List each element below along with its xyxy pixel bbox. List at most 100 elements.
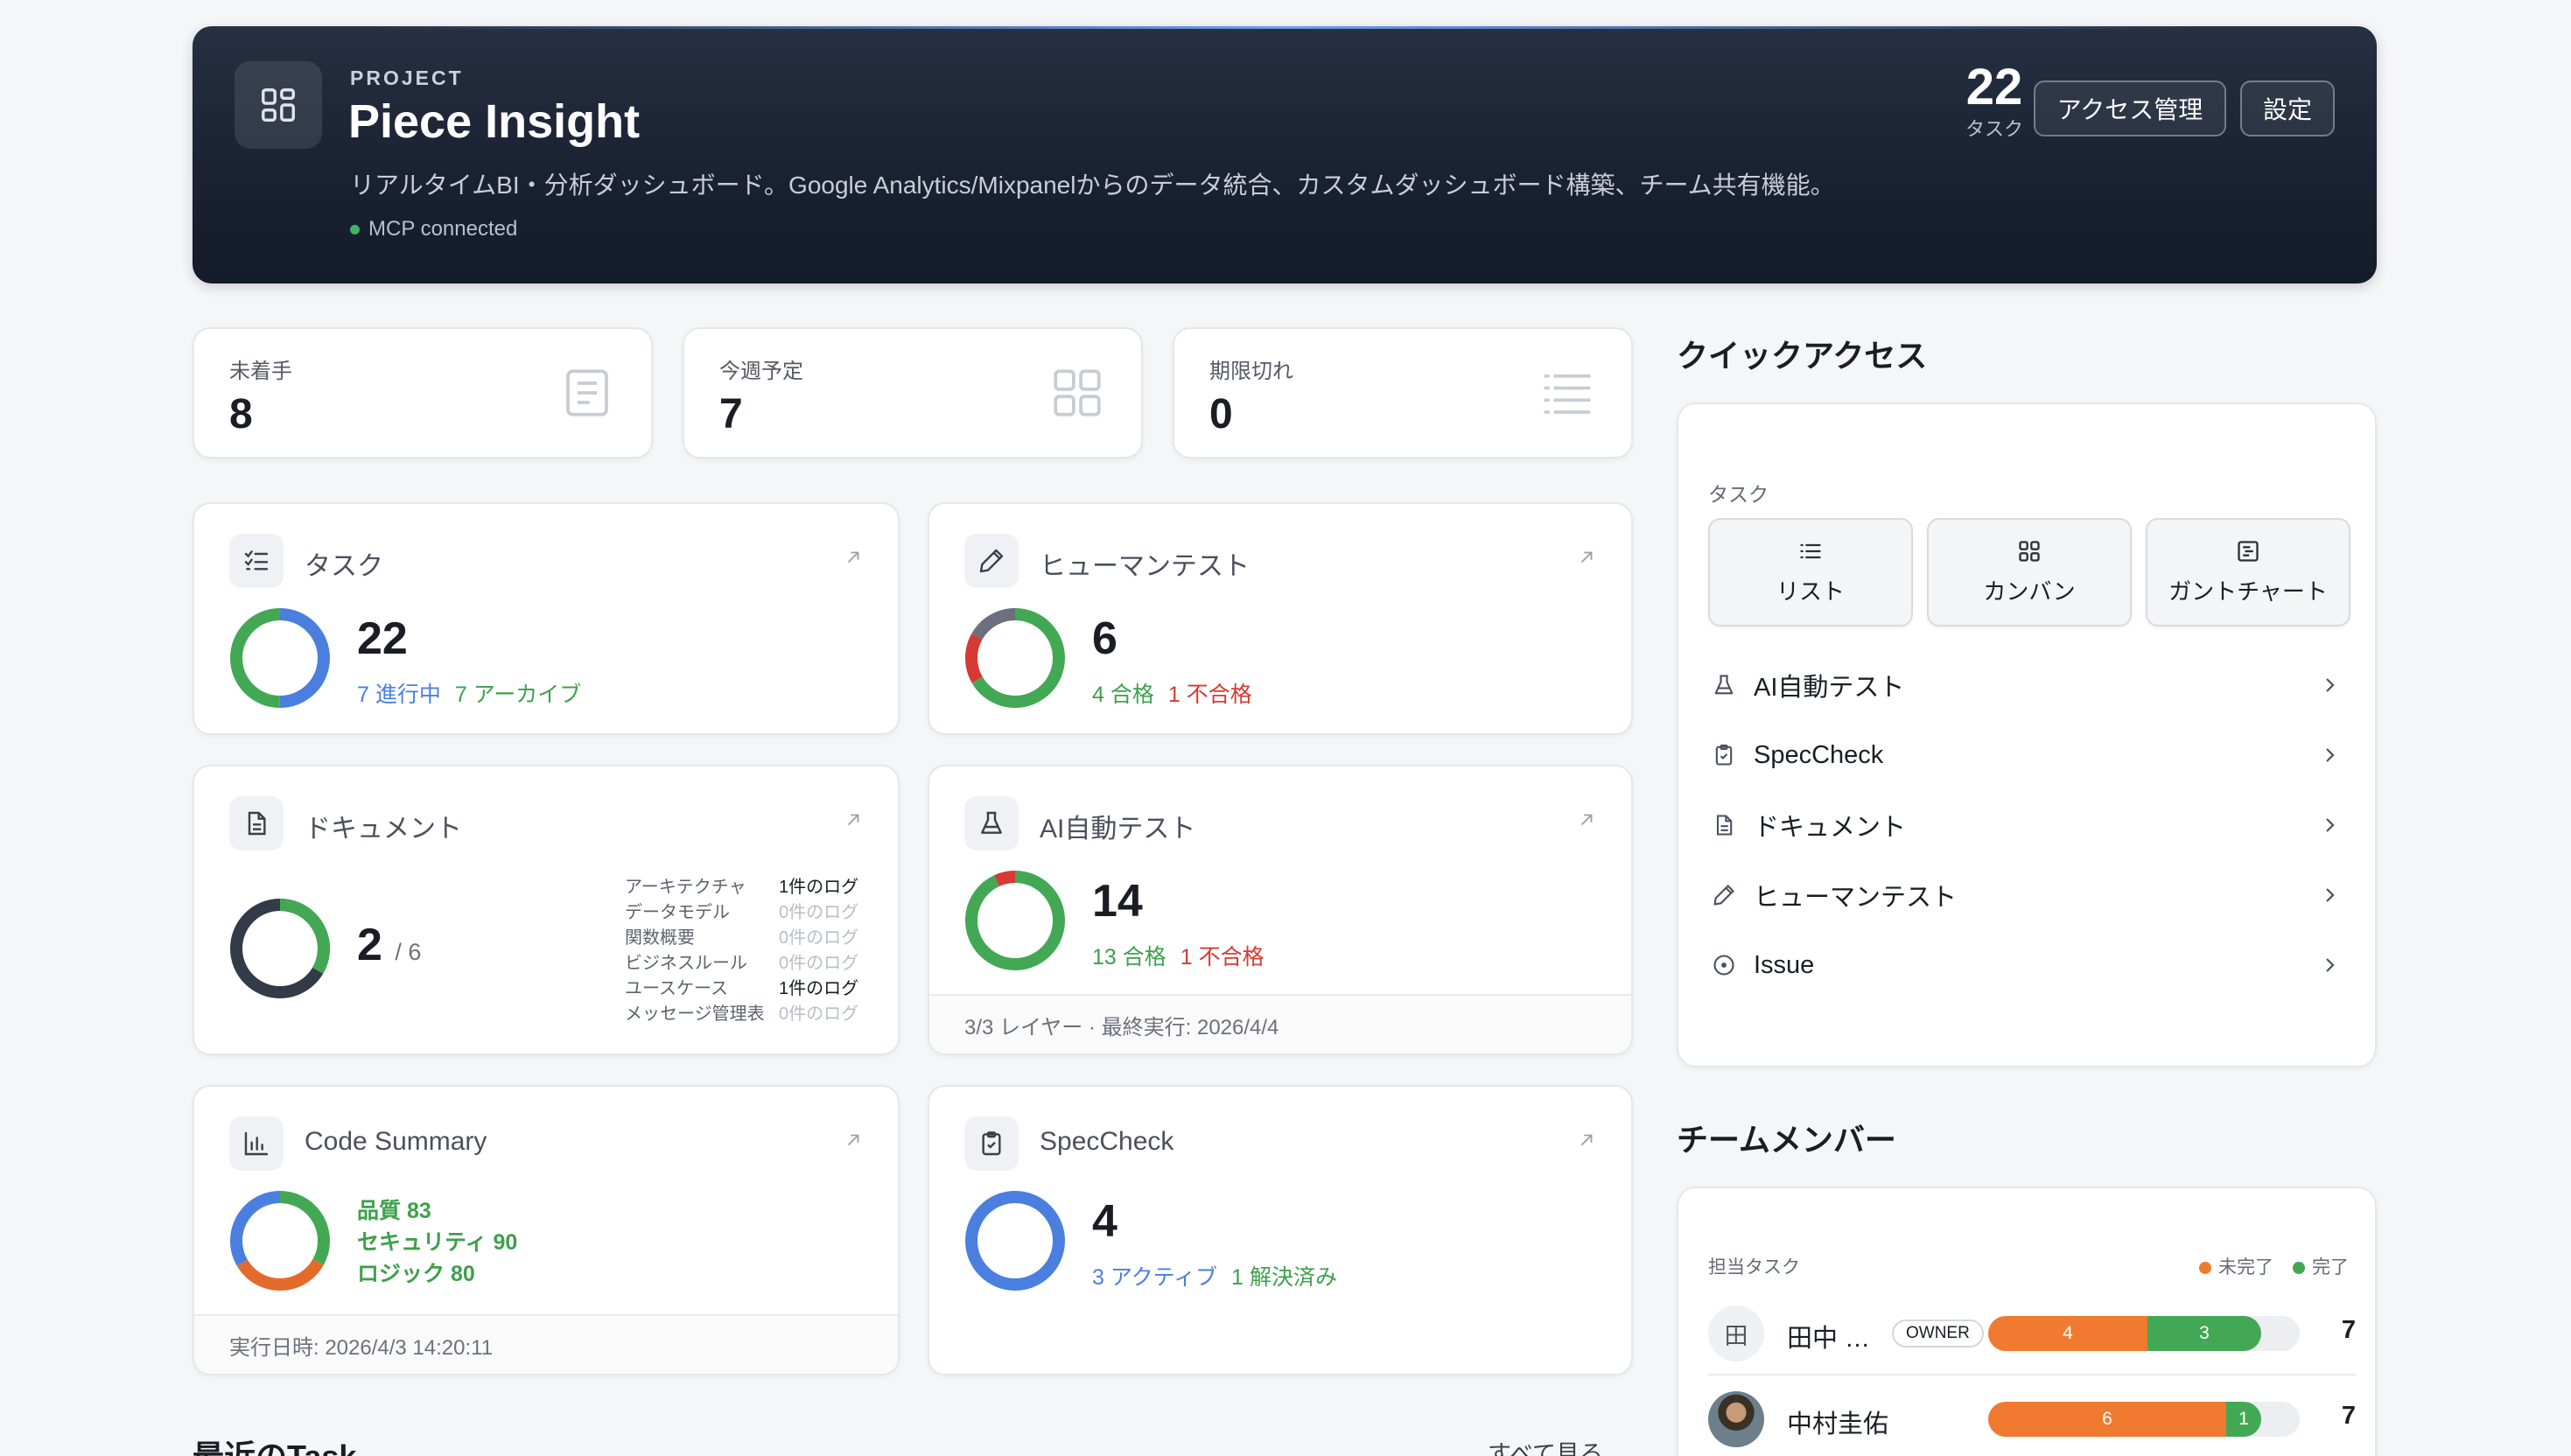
documents-done: 2 — [357, 920, 382, 970]
list-item[interactable]: データモデル 0件のログ — [625, 900, 858, 926]
tasks-in-progress: 7 進行中 — [357, 682, 441, 707]
flask-icon — [964, 796, 1019, 850]
stat-value: 0 — [1209, 391, 1233, 438]
doc-logs: 0件のログ — [779, 954, 859, 973]
quick-access-documents[interactable]: ドキュメント — [1698, 794, 2359, 856]
list-item[interactable]: アーキテクチャ 1件のログ — [625, 875, 858, 900]
quick-access-ai-test[interactable]: AI自動テスト — [1698, 654, 2359, 716]
external-link-icon[interactable] — [1577, 810, 1596, 834]
card-documents[interactable]: ドキュメント 2 / 6 アーキテクチャ 1件のログ データモデル 0件のログ 関数… — [193, 765, 900, 1055]
doc-name: ユースケース — [625, 979, 728, 998]
pen-icon — [1706, 883, 1741, 907]
list-item[interactable]: ビジネスルール 0件のログ — [625, 951, 858, 976]
quick-access-spec-check[interactable]: SpecCheck — [1698, 724, 2359, 786]
gantt-view-button[interactable]: ガントチャート — [2146, 518, 2350, 626]
bar-complete: 3 — [2147, 1316, 2261, 1351]
project-header: PROJECT Piece Insight リアルタイムBI・分析ダッシュボード… — [193, 26, 2377, 284]
task-progress-bar: 4 3 — [1988, 1316, 2300, 1351]
card-code-summary[interactable]: Code Summary 品質 83 セキュリティ 90 ロジック 80 実行日… — [193, 1085, 900, 1376]
task-count-label: タスク — [1965, 117, 2023, 140]
spec-check-total: 4 — [1092, 1196, 1117, 1247]
document-log-list: アーキテクチャ 1件のログ データモデル 0件のログ 関数概要 0件のログ ビジネスル… — [625, 875, 858, 1027]
legend-incomplete-label: 未完了 — [2218, 1257, 2273, 1278]
kanban-view-button[interactable]: カンバン — [1927, 518, 2132, 626]
doc-logs: 1件のログ — [779, 878, 859, 897]
card-spec-check[interactable]: SpecCheck 4 3 アクティブ 1 解決済み — [928, 1085, 1633, 1376]
ai-test-footer: 3/3 レイヤー · 最終実行: 2026/4/4 — [929, 994, 1631, 1054]
member-task-total: 7 — [2341, 1316, 2356, 1344]
card-human-test[interactable]: ヒューマンテスト 6 4 合格 1 不合格 — [928, 502, 1633, 735]
divider — [1708, 1374, 2356, 1376]
task-progress-bar: 6 1 — [1988, 1402, 2300, 1437]
logic-score: ロジック 80 — [357, 1262, 475, 1286]
human-test-donut-chart — [965, 608, 1065, 708]
chevron-right-icon — [2319, 954, 2340, 983]
kanban-icon — [2019, 540, 2040, 562]
list-item[interactable]: メッセージ管理表 0件のログ — [625, 1002, 858, 1027]
member-row[interactable]: 田 田中 … OWNER 4 3 7 — [1708, 1306, 2356, 1376]
external-link-icon[interactable] — [844, 810, 863, 834]
ai-test-donut-chart — [965, 871, 1065, 970]
bar-incomplete: 4 — [1988, 1316, 2147, 1351]
human-test-pass: 4 合格 — [1092, 682, 1154, 707]
legend-incomplete: 未完了 — [2199, 1253, 2273, 1279]
tasks-breakdown: 7 進行中 7 アーカイブ — [357, 677, 581, 709]
bar-chart-icon — [229, 1116, 284, 1171]
doc-name: ビジネスルール — [625, 954, 747, 973]
project-title: Piece Insight — [348, 95, 641, 148]
see-all-link[interactable]: すべて見る — [1488, 1435, 1603, 1456]
stat-card-not-started[interactable]: 未着手 8 — [193, 327, 653, 458]
stat-value: 7 — [719, 391, 743, 438]
tasks-total: 22 — [357, 613, 408, 664]
quick-access-label: AI自動テスト — [1754, 674, 1905, 702]
list-item[interactable]: 関数概要 0件のログ — [625, 926, 858, 951]
pen-icon — [964, 534, 1019, 588]
card-title: ヒューマンテスト — [1040, 552, 1250, 581]
stat-card-this-week[interactable]: 今週予定 7 — [683, 327, 1143, 458]
document-icon — [1706, 813, 1741, 837]
quick-access-issue[interactable]: Issue — [1698, 934, 2359, 996]
quick-access-human-test[interactable]: ヒューマンテスト — [1698, 864, 2359, 926]
stat-card-overdue[interactable]: 期限切れ 0 — [1173, 327, 1633, 458]
external-link-icon[interactable] — [844, 548, 863, 571]
member-name: 田中 … — [1787, 1325, 1871, 1353]
clipboard-check-icon — [1706, 743, 1741, 767]
legend-dot-icon — [2199, 1262, 2211, 1274]
recent-tasks-title: 最近のTask — [193, 1432, 356, 1456]
grid-icon — [1048, 364, 1106, 426]
tasks-donut-chart — [230, 608, 330, 708]
list-item[interactable]: ユースケース 1件のログ — [625, 976, 858, 1002]
code-summary-footer: 実行日時: 2026/4/3 14:20:11 — [194, 1314, 898, 1374]
spec-check-breakdown: 3 アクティブ 1 解決済み — [1092, 1260, 1337, 1292]
chevron-right-icon — [2319, 884, 2340, 913]
documents-donut-chart — [230, 899, 330, 998]
documents-total: / 6 — [395, 939, 422, 965]
document-icon — [229, 796, 284, 850]
list-icon — [1538, 364, 1596, 426]
connection-status: MCP connected — [350, 217, 517, 242]
card-ai-test[interactable]: AI自動テスト 14 13 合格 1 不合格 3/3 レイヤー · 最終実行: … — [928, 765, 1633, 1055]
card-title: SpecCheck — [1040, 1127, 1174, 1156]
connection-status-text: MCP connected — [368, 217, 518, 241]
member-row[interactable]: 中村圭佑 6 1 7 — [1708, 1391, 2356, 1456]
human-test-breakdown: 4 合格 1 不合格 — [1092, 677, 1252, 709]
access-management-button[interactable]: アクセス管理 — [2034, 80, 2226, 136]
card-tasks[interactable]: タスク 22 7 進行中 7 アーカイブ — [193, 502, 900, 735]
documents-count: 2 / 6 — [357, 919, 421, 971]
external-link-icon[interactable] — [844, 1130, 863, 1154]
list-view-button[interactable]: リスト — [1708, 518, 1913, 626]
stat-value: 8 — [229, 391, 253, 438]
doc-name: 関数概要 — [625, 928, 695, 948]
external-link-icon[interactable] — [1577, 548, 1596, 571]
project-label: PROJECT — [350, 66, 464, 89]
gantt-view-label: ガントチャート — [2168, 578, 2328, 605]
settings-button[interactable]: 設定 — [2240, 80, 2335, 136]
task-count: 22 タスク — [1943, 60, 2046, 142]
checklist-icon — [229, 534, 284, 588]
spec-check-resolved: 1 解決済み — [1231, 1265, 1337, 1290]
quick-access-label: Issue — [1754, 950, 1815, 979]
legend-complete: 完了 — [2293, 1253, 2349, 1279]
external-link-icon[interactable] — [1577, 1130, 1596, 1154]
bar-incomplete: 6 — [1988, 1402, 2226, 1437]
stat-label: 期限切れ — [1209, 360, 1293, 383]
